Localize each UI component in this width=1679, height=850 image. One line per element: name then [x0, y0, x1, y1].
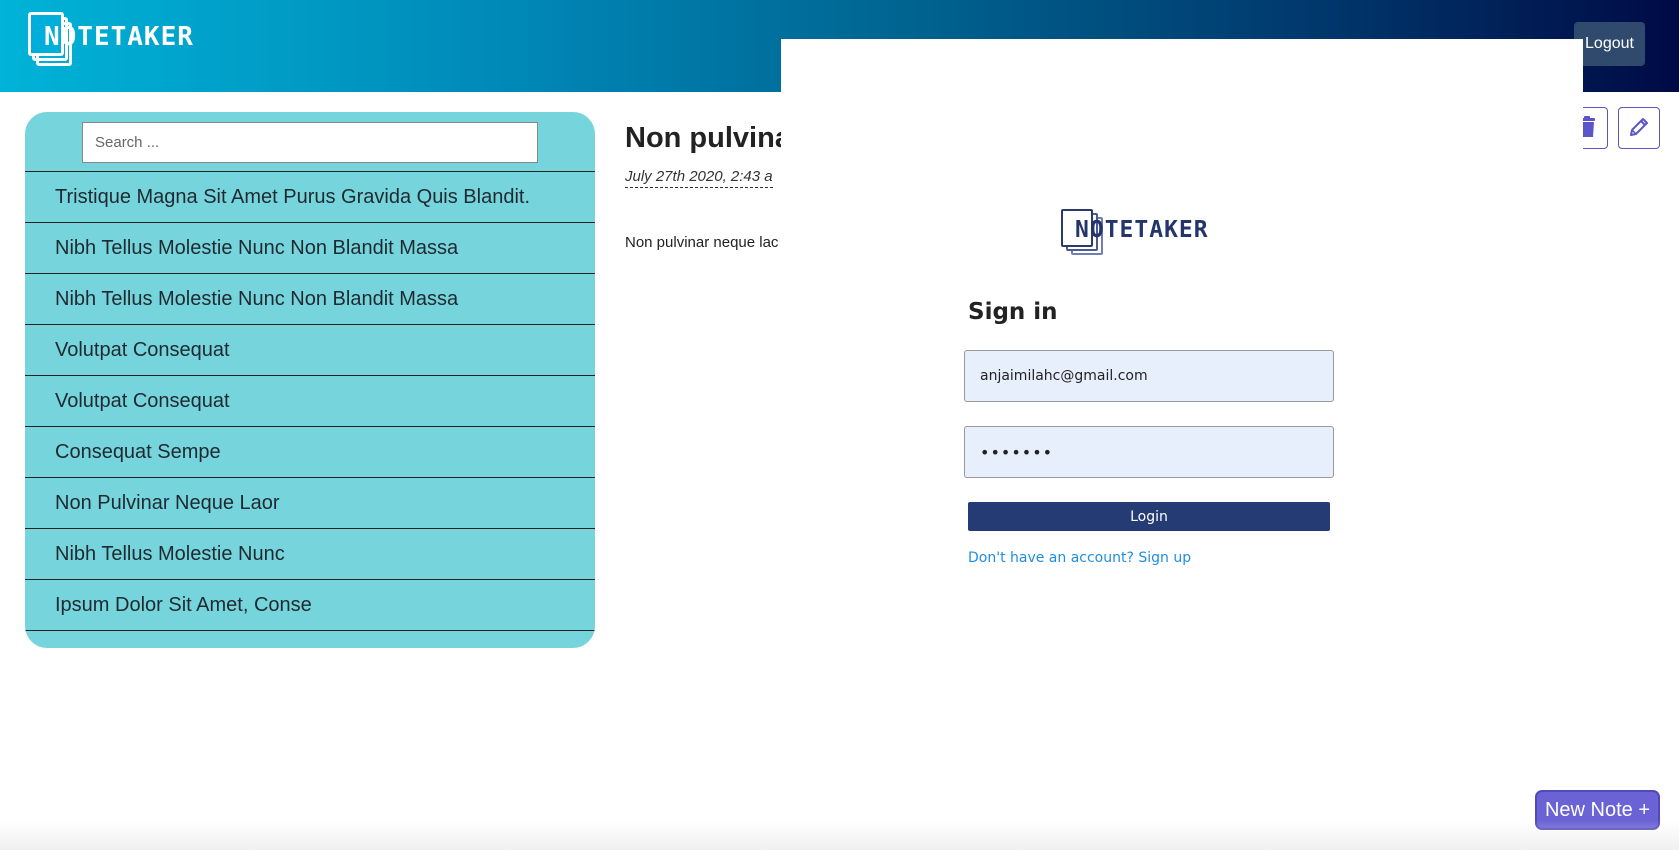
search-bar: [25, 112, 595, 172]
app-logo[interactable]: NOTETAKER: [28, 12, 193, 66]
signin-modal: NOTETAKER Sign in Login Don't have an ac…: [781, 39, 1583, 850]
note-list-item[interactable]: Ipsum Dolor Sit Amet, Conse: [25, 580, 595, 631]
bottom-divider: [0, 820, 1679, 850]
note-list-item[interactable]: Nibh Tellus Molestie Nunc: [25, 529, 595, 580]
signup-link[interactable]: Don't have an account? Sign up: [968, 550, 1191, 566]
note-list-item[interactable]: Nibh Tellus Molestie Nunc Non Blandit Ma…: [25, 223, 595, 274]
note-list-item[interactable]: Nibh Tellus Molestie Nunc Non Blandit Ma…: [25, 274, 595, 325]
search-input[interactable]: [82, 122, 538, 163]
note-list-item[interactable]: Non Pulvinar Neque Laor: [25, 478, 595, 529]
note-date: July 27th 2020, 2:43 a: [625, 168, 773, 188]
password-field[interactable]: [964, 426, 1334, 478]
note-list-item[interactable]: Volutpat Consequat: [25, 376, 595, 427]
note-title: Non pulvinar: [625, 122, 803, 154]
note-list: Tristique Magna Sit Amet Purus Gravida Q…: [25, 172, 595, 631]
notes-sidebar: Tristique Magna Sit Amet Purus Gravida Q…: [25, 112, 595, 648]
note-list-item[interactable]: Tristique Magna Sit Amet Purus Gravida Q…: [25, 172, 595, 223]
note-list-item[interactable]: Consequat Sempe: [25, 427, 595, 478]
modal-logo-text: NOTETAKER: [1075, 217, 1209, 243]
edit-note-button[interactable]: [1618, 107, 1660, 149]
logo-text: NOTETAKER: [44, 22, 194, 52]
logout-button[interactable]: Logout: [1574, 22, 1645, 66]
pencil-icon: [1628, 116, 1650, 141]
signin-heading: Sign in: [968, 299, 1058, 325]
note-body: Non pulvinar neque lac: [625, 234, 779, 251]
email-field[interactable]: [964, 350, 1334, 402]
modal-logo: NOTETAKER: [1061, 209, 1208, 255]
login-button[interactable]: Login: [968, 502, 1330, 531]
note-list-item[interactable]: Volutpat Consequat: [25, 325, 595, 376]
